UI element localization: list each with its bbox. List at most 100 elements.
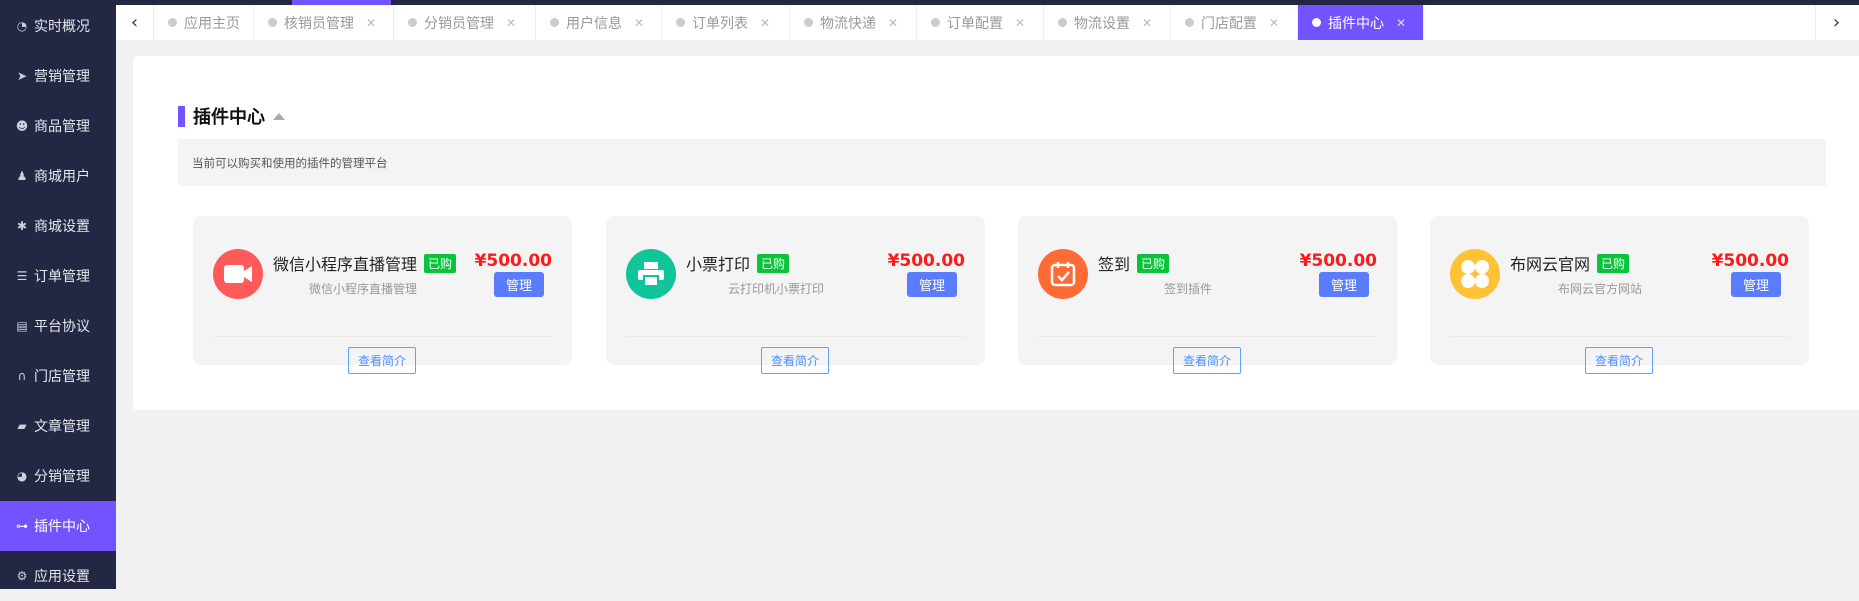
tab-dot-icon [550,18,559,27]
sidebar-item-5[interactable]: ☰ 订单管理 [0,251,116,301]
tab-dot-icon [408,18,417,27]
book-icon: ▰ [17,419,27,433]
sidebar-item-0[interactable]: ◔ 实时概况 [0,1,116,51]
close-icon[interactable]: ✕ [1269,16,1279,30]
tabs-scroll-left-button[interactable]: ‹ [116,5,154,40]
tab-label: 物流快递 [820,15,876,32]
product-icon: ☻ [15,119,29,133]
chevron-right-icon: › [1832,12,1841,33]
card-divider [1450,336,1789,337]
document-icon: ▤ [16,319,28,333]
manage-button[interactable]: 管理 [1319,272,1369,297]
sidebar-item-label: 应用设置 [34,569,90,585]
view-intro-button[interactable]: 查看简介 [348,347,416,374]
plugin-panel: 插件中心 当前可以购买和使用的插件的管理平台 微信小程序直播管理 已购 微信小程序… [133,56,1859,410]
close-icon[interactable]: ✕ [1396,16,1406,30]
plugin-name: 微信小程序直播管理 已购 [273,251,457,275]
tab-dot-icon [1185,18,1194,27]
sidebar-item-label: 门店管理 [34,369,90,385]
user-icon: ♟ [16,169,28,183]
sidebar-item-9[interactable]: ◕ 分销管理 [0,451,116,501]
plugin-price: ¥500.00 [1711,251,1789,271]
sidebar-item-label: 插件中心 [34,519,90,535]
plugin-card: 布网云官网 已购 布网云官方网站 ¥500.00 管理 查看简介 [1430,216,1809,374]
card-divider [626,336,965,337]
close-icon[interactable]: ✕ [366,16,376,30]
purchased-badge: 已购 [1597,253,1630,273]
manage-button[interactable]: 管理 [494,272,544,297]
card-divider [1038,336,1377,337]
binoculars-icon: ∩ [17,369,27,383]
tab-2[interactable]: 分销员管理 ✕ [394,5,536,40]
plugin-card: 签到 已购 签到插件 ¥500.00 管理 查看简介 [1018,216,1397,374]
sidebar-item-label: 实时概况 [34,19,90,35]
sidebar-item-label: 平台协议 [34,319,90,335]
plugin-name: 签到 已购 [1098,251,1170,275]
tab-dot-icon [268,18,277,27]
close-icon[interactable]: ✕ [506,16,516,30]
paper-plane-icon: ➤ [16,69,28,83]
tab-dot-icon [1312,18,1321,27]
asterisk-icon: ✱ [16,219,28,233]
sidebar-item-2[interactable]: ☻ 商品管理 [0,101,116,151]
manage-button[interactable]: 管理 [1731,272,1781,297]
page-title-text: 插件中心 [193,107,265,128]
tab-label: 核销员管理 [284,15,354,32]
tab-5[interactable]: 物流快递 ✕ [790,5,917,40]
close-icon[interactable]: ✕ [634,16,644,30]
view-intro-button[interactable]: 查看简介 [761,347,829,374]
tab-label: 分销员管理 [424,15,494,32]
tab-dot-icon [1058,18,1067,27]
purchased-badge: 已购 [424,253,457,273]
plugin-name: 小票打印 已购 [686,251,790,275]
view-intro-button[interactable]: 查看简介 [1585,347,1653,374]
tabs-scroll-right-button[interactable]: › [1815,5,1857,40]
close-icon[interactable]: ✕ [888,16,898,30]
tab-8[interactable]: 门店配置 ✕ [1171,5,1298,40]
purchased-badge: 已购 [757,253,790,273]
tab-dot-icon [804,18,813,27]
pie-chart-icon: ◕ [16,469,28,483]
plugin-subtitle: 云打印机小票打印 [727,282,824,296]
tab-9[interactable]: 插件中心 ✕ [1298,5,1424,40]
manage-button[interactable]: 管理 [907,272,957,297]
tab-4[interactable]: 订单列表 ✕ [662,5,790,40]
sidebar-item-label: 分销管理 [34,469,90,485]
tab-dot-icon [168,18,177,27]
tab-1[interactable]: 核销员管理 ✕ [254,5,394,40]
collapse-triangle-icon[interactable] [273,112,285,120]
sidebar-item-7[interactable]: ∩ 门店管理 [0,351,116,401]
sidebar-item-6[interactable]: ▤ 平台协议 [0,301,116,351]
sidebar-item-label: 商城用户 [34,169,90,185]
tab-7[interactable]: 物流设置 ✕ [1044,5,1171,40]
plugin-subtitle: 布网云官方网站 [1557,282,1642,296]
title-accent-bar [178,105,185,127]
tab-0[interactable]: 应用主页 [154,5,254,40]
sidebar-item-8[interactable]: ▰ 文章管理 [0,401,116,451]
sidebar-item-label: 商品管理 [34,119,90,135]
page-description: 当前可以购买和使用的插件的管理平台 [178,139,1826,186]
tab-3[interactable]: 用户信息 ✕ [536,5,662,40]
tab-dot-icon [676,18,685,27]
view-intro-button[interactable]: 查看简介 [1173,347,1241,374]
close-icon[interactable]: ✕ [1015,16,1025,30]
sidebar-item-11[interactable]: ⚙ 应用设置 [0,551,116,601]
list-icon: ☰ [16,269,28,283]
tab-label: 用户信息 [566,15,622,32]
page-title: 插件中心 [178,103,285,129]
sidebar-item-label: 订单管理 [34,269,90,285]
close-icon[interactable]: ✕ [760,16,770,30]
tab-label: 门店配置 [1201,15,1257,32]
sidebar: ◔ 实时概况 ➤ 营销管理 ☻ 商品管理 ♟ 商城用户 ✱ 商城设置 ☰ 订单管理 ▤ 平台协议 ∩ 门店管理… [0,0,116,589]
plugin-name: 布网云官网 已购 [1510,251,1630,275]
sidebar-item-1[interactable]: ➤ 营销管理 [0,51,116,101]
plugin-subtitle: 微信小程序直播管理 [308,282,417,296]
sidebar-item-3[interactable]: ♟ 商城用户 [0,151,116,201]
sidebar-item-10[interactable]: ⊶ 插件中心 [0,501,116,551]
dashboard-icon: ◔ [16,19,28,33]
close-icon[interactable]: ✕ [1142,16,1152,30]
tab-6[interactable]: 订单配置 ✕ [917,5,1044,40]
plugin-subtitle: 签到插件 [1163,282,1212,296]
plugin-price: ¥500.00 [1299,251,1377,271]
sidebar-item-4[interactable]: ✱ 商城设置 [0,201,116,251]
